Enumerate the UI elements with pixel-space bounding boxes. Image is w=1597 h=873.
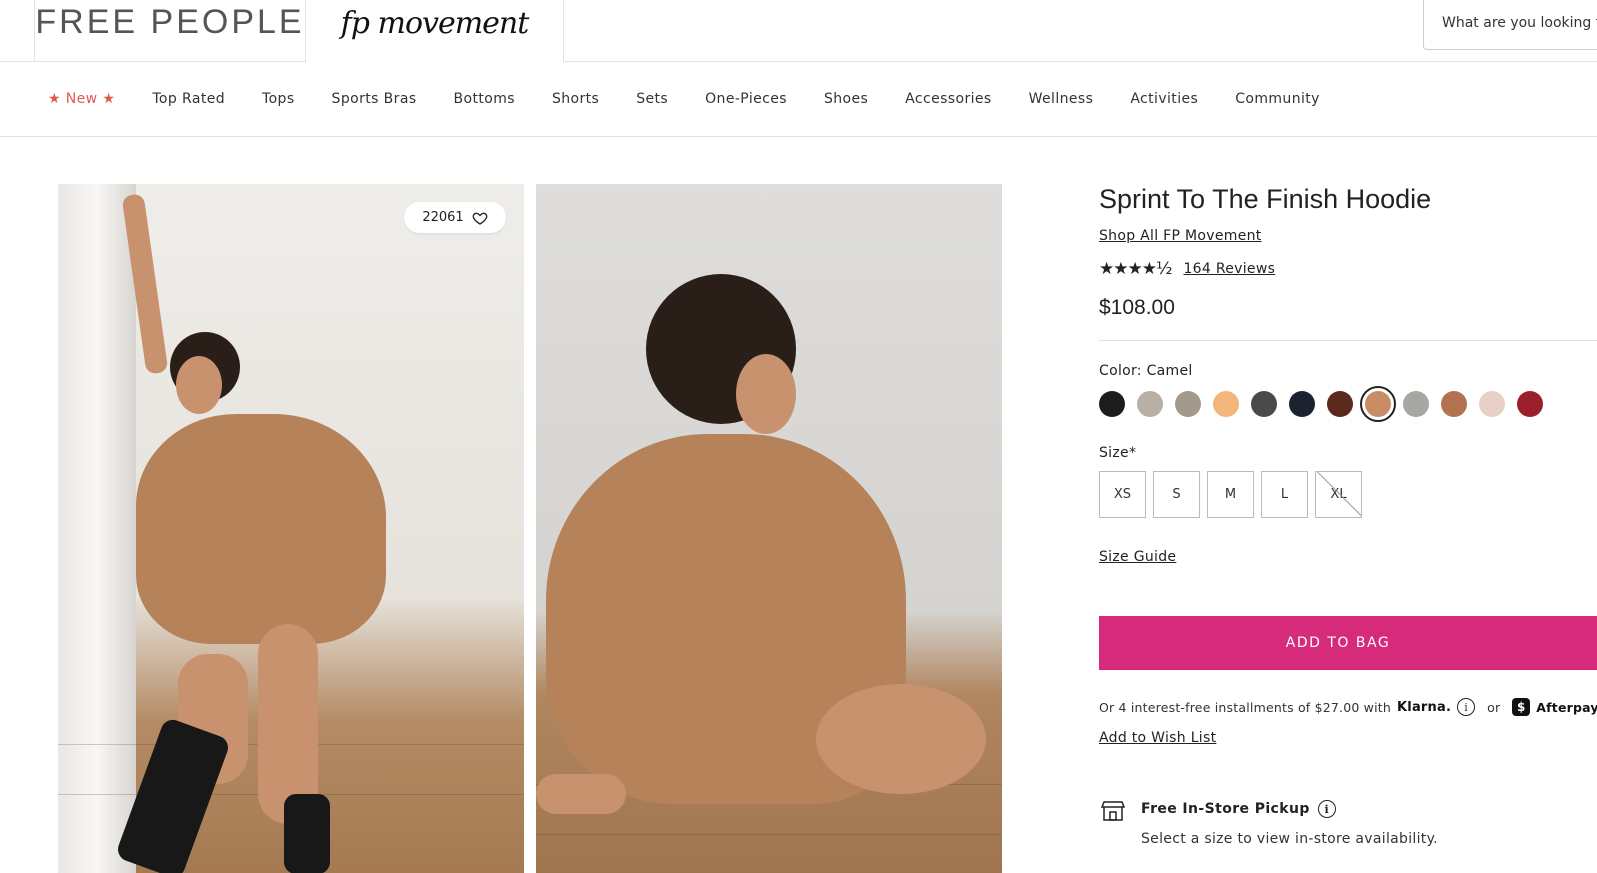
brand-logo-free-people: FREE PEOPLE — [35, 2, 305, 41]
color-swatch-camel[interactable] — [1360, 386, 1396, 422]
installments-text: Or 4 interest-free installments of $27.0… — [1099, 699, 1392, 715]
in-store-pickup-title: Free In-Store Pickup i — [1141, 800, 1336, 818]
nav-item-shorts[interactable]: Shorts — [552, 91, 599, 107]
search-input[interactable]: What are you looking for? — [1423, 0, 1597, 50]
color-swatch-chocolate[interactable] — [1327, 391, 1353, 417]
add-to-wish-list-link[interactable]: Add to Wish List — [1099, 730, 1216, 746]
product-rating: ★★★★½ 164 Reviews — [1099, 259, 1275, 279]
color-swatch-charcoal[interactable] — [1251, 391, 1277, 417]
color-swatch-stone[interactable] — [1137, 391, 1163, 417]
color-swatch-heather-grey[interactable] — [1403, 391, 1429, 417]
color-swatches — [1099, 386, 1543, 422]
color-label: Color: Camel — [1099, 363, 1193, 379]
brand-tab-free-people[interactable]: FREE PEOPLE — [34, 0, 306, 62]
heart-icon — [472, 212, 488, 225]
nav-item-accessories[interactable]: Accessories — [905, 91, 991, 107]
color-swatch-peach[interactable] — [1213, 391, 1239, 417]
pickup-title-text: Free In-Store Pickup — [1141, 801, 1310, 817]
favorites-count: 22061 — [422, 210, 464, 225]
nav-item-top-rated[interactable]: Top Rated — [152, 91, 225, 107]
size-button-m[interactable]: M — [1207, 471, 1254, 518]
site-header: FREE PEOPLE fp movement What are you loo… — [0, 0, 1597, 63]
nav-item-community[interactable]: Community — [1235, 91, 1320, 107]
size-label: Size* — [1099, 445, 1137, 461]
size-button-s[interactable]: S — [1153, 471, 1200, 518]
klarna-logo: Klarna. — [1397, 699, 1452, 715]
nav-item-wellness[interactable]: Wellness — [1029, 91, 1094, 107]
product-image-back[interactable] — [536, 184, 1002, 873]
brand-logo-fp-movement: fp movement — [340, 5, 530, 41]
nav-item-sets[interactable]: Sets — [636, 91, 668, 107]
size-guide-link[interactable]: Size Guide — [1099, 549, 1176, 565]
info-icon[interactable]: i — [1457, 698, 1476, 716]
color-swatch-rust-tie-dye[interactable] — [1441, 391, 1467, 417]
main-nav: ★ New ★ Top Rated Tops Sports Bras Botto… — [0, 62, 1597, 137]
nav-item-one-pieces[interactable]: One-Pieces — [705, 91, 787, 107]
color-swatch-taupe[interactable] — [1175, 391, 1201, 417]
size-button-xl[interactable]: XL — [1315, 471, 1362, 518]
afterpay-logo: Afterpay — [1536, 699, 1597, 715]
color-swatch-navy[interactable] — [1289, 391, 1315, 417]
size-button-l[interactable]: L — [1261, 471, 1308, 518]
product-price: $108.00 — [1099, 296, 1175, 319]
shop-all-link[interactable]: Shop All FP Movement — [1099, 228, 1262, 244]
color-swatch-pink-tie-dye[interactable] — [1479, 391, 1505, 417]
color-swatch-cranberry[interactable] — [1517, 391, 1543, 417]
add-to-bag-button[interactable]: ADD TO BAG — [1099, 616, 1597, 670]
pickup-info-icon[interactable]: i — [1317, 800, 1336, 818]
nav-item-sports-bras[interactable]: Sports Bras — [332, 91, 417, 107]
nav-item-tops[interactable]: Tops — [262, 91, 295, 107]
nav-item-shoes[interactable]: Shoes — [824, 91, 868, 107]
nav-item-bottoms[interactable]: Bottoms — [454, 91, 515, 107]
reviews-link[interactable]: 164 Reviews — [1183, 261, 1275, 277]
divider — [1099, 340, 1597, 341]
store-icon — [1101, 801, 1125, 821]
nav-item-new[interactable]: ★ New ★ — [48, 91, 115, 107]
or-text: or — [1487, 699, 1501, 715]
rating-stars: ★★★★½ — [1099, 259, 1172, 279]
nav-item-activities[interactable]: Activities — [1130, 91, 1198, 107]
color-swatch-black[interactable] — [1099, 391, 1125, 417]
size-button-xs[interactable]: XS — [1099, 471, 1146, 518]
afterpay-icon: $ — [1512, 698, 1531, 716]
image-pillar — [58, 184, 136, 873]
product-title: Sprint To The Finish Hoodie — [1099, 184, 1432, 214]
favorite-button[interactable]: 22061 — [404, 202, 506, 233]
product-image-front[interactable] — [58, 184, 524, 873]
brand-tab-fp-movement[interactable]: fp movement — [305, 0, 564, 63]
installments-info: Or 4 interest-free installments of $27.0… — [1099, 698, 1597, 716]
pickup-subtext: Select a size to view in-store availabil… — [1141, 831, 1438, 847]
size-options: XS S M L XL — [1099, 471, 1362, 518]
